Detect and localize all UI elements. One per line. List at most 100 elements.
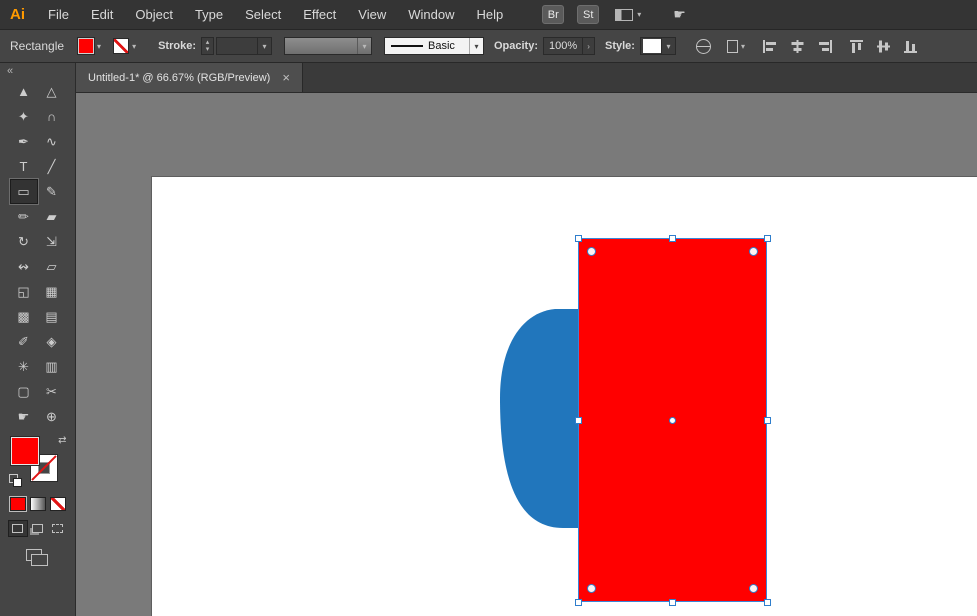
style-combo[interactable]: ▾ [639, 37, 676, 55]
paintbrush-tool[interactable]: ✎ [38, 179, 66, 204]
blend-tool[interactable]: ◈ [38, 329, 66, 354]
stroke-weight-stepper[interactable]: ▴ ▾ [200, 37, 214, 55]
selection-handle-bottom-right[interactable] [764, 599, 771, 606]
app-logo[interactable]: Ai [0, 6, 37, 23]
menu-help[interactable]: Help [465, 7, 514, 22]
type-tool[interactable]: T [10, 154, 38, 179]
none-button[interactable] [49, 497, 66, 511]
style-dropdown[interactable]: ▾ [660, 38, 675, 54]
globe-icon[interactable] [695, 38, 711, 54]
curvature-tool[interactable]: ∿ [38, 129, 66, 154]
stroke-style-dropdown[interactable]: ▾ [468, 38, 483, 54]
canvas[interactable] [76, 93, 977, 616]
gradient-tool[interactable]: ▤ [38, 304, 66, 329]
stroke-weight-combo[interactable]: ▾ [215, 37, 272, 55]
stroke-color-swatch[interactable] [113, 38, 130, 54]
mesh-tool[interactable]: ▩ [10, 304, 38, 329]
close-icon[interactable]: × [282, 70, 290, 85]
stepper-down-icon[interactable]: ▾ [206, 46, 210, 53]
chevron-down-icon[interactable]: ▾ [97, 42, 101, 51]
menu-file[interactable]: File [37, 7, 80, 22]
free-transform-tool[interactable]: ▱ [38, 254, 66, 279]
selection-handle-top-left[interactable] [575, 235, 582, 242]
direct-selection-tool[interactable]: △ [38, 79, 66, 104]
eyedropper-tool[interactable]: ✐ [10, 329, 38, 354]
selection-tool[interactable]: ▲ [10, 79, 38, 104]
align-center-horizontal-icon[interactable] [790, 39, 805, 53]
opacity-field[interactable]: 100% › [543, 37, 595, 55]
brush-definition-combo[interactable]: ▾ [283, 37, 372, 55]
selection-center-point[interactable] [669, 417, 676, 424]
lasso-tool[interactable]: ∩ [38, 104, 66, 129]
column-graph-tool[interactable]: ▥ [38, 354, 66, 379]
stroke-style-combo[interactable]: Basic ▾ [383, 37, 484, 55]
magic-wand-tool[interactable]: ✦ [10, 104, 38, 129]
corner-widget-top-right[interactable] [749, 247, 758, 256]
selection-handle-bottom-left[interactable] [575, 599, 582, 606]
pencil-tool[interactable]: ✏ [10, 204, 38, 229]
menu-window[interactable]: Window [397, 7, 465, 22]
style-swatch[interactable] [642, 39, 661, 53]
brush-definition-dropdown[interactable]: ▾ [356, 38, 371, 54]
menu-edit[interactable]: Edit [80, 7, 124, 22]
line-segment-tool[interactable]: ╱ [38, 154, 66, 179]
bridge-icon[interactable]: Br [542, 5, 565, 24]
opacity-flyout[interactable]: › [582, 38, 594, 54]
rotate-tool[interactable]: ↻ [10, 229, 38, 254]
perspective-grid-tool[interactable]: ▦ [38, 279, 66, 304]
stroke-color-control[interactable]: ▾ [113, 38, 136, 54]
artboard-tool[interactable]: ▢ [10, 379, 38, 404]
default-fill-stroke-icon[interactable] [8, 474, 24, 487]
zoom-tool[interactable]: ⊕ [38, 404, 66, 429]
document-tab-title[interactable]: Untitled-1* @ 66.67% (RGB/Preview) [88, 72, 270, 84]
shape-builder-tool[interactable]: ◱ [10, 279, 38, 304]
menu-select[interactable]: Select [234, 7, 292, 22]
draw-inside-button[interactable] [48, 520, 68, 537]
menu-effect[interactable]: Effect [292, 7, 347, 22]
stepper-up-icon[interactable]: ▴ [206, 39, 210, 46]
fill-color-swatch[interactable] [78, 38, 95, 54]
selection-handle-middle-left[interactable] [575, 417, 582, 424]
selection-handle-top-right[interactable] [764, 235, 771, 242]
width-tool[interactable]: ↭ [10, 254, 38, 279]
draw-behind-button[interactable] [28, 520, 48, 537]
scale-tool[interactable]: ⇲ [38, 229, 66, 254]
touch-hand-icon[interactable]: ☛ [673, 6, 686, 23]
slice-tool[interactable]: ✂ [38, 379, 66, 404]
pen-tool[interactable]: ✒ [10, 129, 38, 154]
fill-color-control[interactable]: ▾ [78, 38, 101, 54]
draw-normal-button[interactable] [7, 520, 28, 537]
fill-color-indicator[interactable] [10, 437, 39, 465]
document-setup-control[interactable]: ▾ [726, 39, 745, 53]
corner-widget-bottom-right[interactable] [749, 584, 758, 593]
gradient-button[interactable] [29, 497, 46, 511]
stroke-style-value[interactable]: Basic [423, 40, 469, 52]
menu-type[interactable]: Type [184, 7, 234, 22]
stock-icon[interactable]: St [577, 5, 600, 24]
selection-handle-top-center[interactable] [669, 235, 676, 242]
chevron-down-icon[interactable]: ▾ [132, 42, 136, 51]
document-tab[interactable]: Untitled-1* @ 66.67% (RGB/Preview) × [76, 63, 303, 92]
corner-widget-top-left[interactable] [587, 247, 596, 256]
opacity-value[interactable]: 100% [544, 40, 582, 52]
symbol-sprayer-tool[interactable]: ✳ [10, 354, 38, 379]
color-button[interactable] [9, 497, 26, 511]
hand-tool[interactable]: ☛ [10, 404, 38, 429]
eraser-tool[interactable]: ▰ [38, 204, 66, 229]
collapse-panel-icon[interactable]: « [0, 63, 20, 77]
selection-handle-bottom-center[interactable] [669, 599, 676, 606]
menu-view[interactable]: View [347, 7, 397, 22]
align-top-icon[interactable] [849, 39, 865, 53]
screen-mode-button[interactable] [26, 549, 48, 566]
align-middle-vertical-icon[interactable] [876, 40, 892, 53]
workspace-switcher[interactable]: ▾ [615, 8, 641, 21]
corner-widget-bottom-left[interactable] [587, 584, 596, 593]
selection-handle-middle-right[interactable] [764, 417, 771, 424]
stroke-weight-dropdown[interactable]: ▾ [256, 38, 271, 54]
rectangle-tool[interactable]: ▭ [9, 179, 38, 204]
align-left-icon[interactable] [762, 39, 778, 53]
swap-fill-stroke-icon[interactable]: ⇄ [58, 435, 66, 446]
menu-object[interactable]: Object [124, 7, 184, 22]
align-right-icon[interactable] [817, 39, 832, 53]
align-bottom-icon[interactable] [903, 40, 919, 53]
